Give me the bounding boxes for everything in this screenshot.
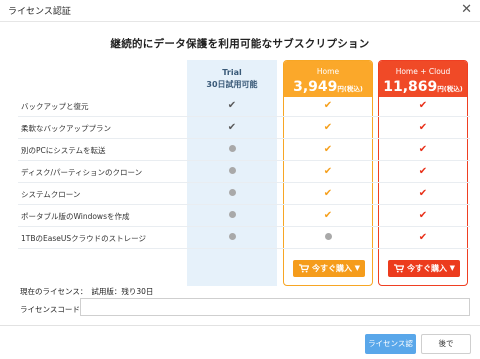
check-icon: ✔ — [323, 166, 333, 177]
feature-label: 別のPCにシステムを転送 — [21, 146, 106, 155]
feature-row: バックアップと復元 ✔ ✔ ✔ — [18, 95, 470, 117]
feature-label: バックアップと復元 — [21, 102, 89, 111]
unavailable-dot-icon — [225, 209, 239, 223]
feature-row: 柔軟なバックアッププラン ✔ ✔ ✔ — [18, 117, 470, 139]
home-plan-header: Home 3,949円(税込) — [284, 61, 372, 97]
check-icon: ✔ — [323, 122, 333, 133]
check-icon: ✔ — [323, 100, 333, 111]
feature-label: システムクローン — [21, 190, 81, 199]
feature-row: 1TBのEaseUSクラウドのストレージ ✔ — [18, 227, 470, 249]
check-icon: ✔ — [418, 166, 428, 177]
feature-row: ポータブル版のWindowsを作成 ✔ ✔ — [18, 205, 470, 227]
close-icon[interactable]: ✕ — [461, 2, 472, 18]
home-cloud-plan-price: 11,869 — [383, 79, 438, 95]
license-status-label: 現在のライセンス： — [20, 287, 88, 296]
check-icon: ✔ — [227, 122, 237, 133]
home-cloud-plan-name: Home + Cloud — [395, 67, 451, 76]
check-icon: ✔ — [227, 100, 237, 111]
feature-label: 柔軟なバックアッププラン — [21, 124, 111, 133]
later-button[interactable]: 後で — [421, 334, 471, 354]
feature-label: 1TBのEaseUSクラウドのストレージ — [21, 234, 146, 243]
unavailable-dot-icon — [225, 187, 239, 201]
home-plan-price-unit: 円(税込) — [337, 85, 363, 93]
license-status: 現在のライセンス： 試用版：残り30日 — [20, 286, 153, 297]
chevron-down-icon[interactable]: ▼ — [450, 260, 455, 277]
feature-label: ポータブル版のWindowsを作成 — [21, 212, 130, 221]
home-plan-name: Home — [316, 67, 340, 76]
trial-plan-name: Trial — [222, 68, 242, 77]
feature-row: ディスク/パーティションのクローン ✔ ✔ — [18, 161, 470, 183]
check-icon: ✔ — [418, 210, 428, 221]
check-icon: ✔ — [323, 210, 333, 221]
license-code-input[interactable] — [80, 298, 470, 316]
unavailable-dot-icon — [225, 143, 239, 157]
chevron-down-icon[interactable]: ▼ — [355, 260, 360, 277]
check-icon: ✔ — [418, 232, 428, 243]
feature-label: ディスク/パーティションのクローン — [21, 168, 143, 177]
home-cloud-plan-header: Home + Cloud 11,869円(税込) — [379, 61, 467, 97]
feature-row: 別のPCにシステムを転送 ✔ ✔ — [18, 139, 470, 161]
license-status-value: 試用版：残り30日 — [91, 287, 154, 296]
check-icon: ✔ — [418, 188, 428, 199]
home-buy-now-label: 今すぐ購入 — [312, 264, 352, 273]
unavailable-dot-icon — [225, 165, 239, 179]
window-title: ライセンス認証 — [8, 7, 71, 17]
cart-icon — [394, 264, 404, 273]
title-bar: ライセンス認証 ✕ — [0, 0, 480, 22]
unavailable-dot-icon — [321, 231, 335, 245]
check-icon: ✔ — [323, 144, 333, 155]
feature-row: システムクローン ✔ ✔ — [18, 183, 470, 205]
home-plan-price: 3,949 — [293, 79, 338, 95]
home-buy-now-button[interactable]: 今すぐ購入 ▼ — [293, 260, 365, 277]
trial-plan-subtitle: 30日試用可能 — [206, 80, 258, 89]
activate-license-button[interactable]: ライセンス認証 — [365, 334, 416, 354]
home-cloud-buy-now-label: 今すぐ購入 — [407, 264, 447, 273]
cart-icon — [299, 264, 309, 273]
home-cloud-plan-price-unit: 円(税込) — [437, 85, 463, 93]
page-heading: 継続的にデータ保護を利用可能なサブスクリプション — [110, 38, 370, 50]
unavailable-dot-icon — [225, 231, 239, 245]
check-icon: ✔ — [418, 100, 428, 111]
license-code-label: ライセンスコード： — [20, 305, 88, 314]
check-icon: ✔ — [323, 188, 333, 199]
home-cloud-buy-now-button[interactable]: 今すぐ購入 ▼ — [388, 260, 460, 277]
check-icon: ✔ — [418, 122, 428, 133]
check-icon: ✔ — [418, 144, 428, 155]
